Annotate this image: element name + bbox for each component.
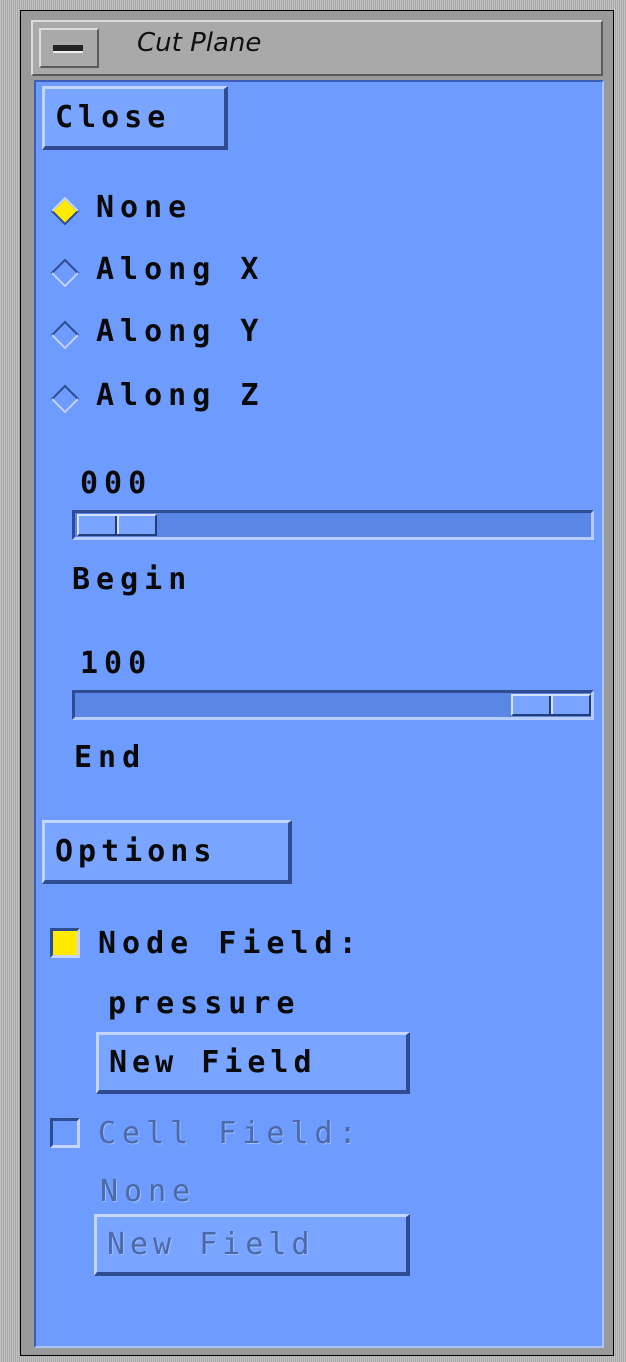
radio-along-z[interactable]: Along Z <box>50 378 350 418</box>
title-bar[interactable]: Cut Plane <box>31 20 603 76</box>
end-value: 100 <box>80 646 153 681</box>
cell-new-field-button: New Field <box>94 1214 410 1276</box>
radio-selected-icon <box>50 196 80 226</box>
node-field-label: Node Field: <box>98 926 363 961</box>
radio-unselected-icon <box>50 320 80 350</box>
close-button[interactable]: Close <box>42 86 228 150</box>
begin-slider-thumb[interactable] <box>77 514 157 536</box>
end-slider-thumb[interactable] <box>511 694 591 716</box>
window-menu-button[interactable] <box>39 28 99 68</box>
radio-none[interactable]: None <box>50 190 350 230</box>
radio-label: Along Z <box>96 378 265 413</box>
window-menu-icon <box>53 45 83 53</box>
radio-label: Along X <box>96 252 265 287</box>
begin-slider-trough[interactable] <box>72 510 594 540</box>
radio-label: None <box>96 190 193 225</box>
radio-label: Along Y <box>96 314 265 349</box>
radio-unselected-icon <box>50 258 80 288</box>
radio-along-y[interactable]: Along Y <box>50 314 350 354</box>
end-label: End <box>74 740 147 775</box>
begin-value: 000 <box>80 466 153 501</box>
cut-plane-panel: Close None Along X Along Y Along Z 000 B… <box>34 80 604 1348</box>
options-button[interactable]: Options <box>42 820 292 884</box>
radio-unselected-icon <box>50 384 80 414</box>
radio-along-x[interactable]: Along X <box>50 252 350 292</box>
window-title: Cut Plane <box>137 28 262 58</box>
cell-field-label: Cell Field: <box>98 1116 363 1151</box>
cell-field-checkbox[interactable] <box>50 1118 80 1148</box>
begin-label: Begin <box>72 562 193 597</box>
node-field-value: pressure <box>108 986 301 1021</box>
node-field-checkbox[interactable] <box>50 928 80 958</box>
end-slider-trough[interactable] <box>72 690 594 720</box>
cell-field-value: None <box>100 1174 197 1209</box>
node-new-field-button[interactable]: New Field <box>96 1032 410 1094</box>
